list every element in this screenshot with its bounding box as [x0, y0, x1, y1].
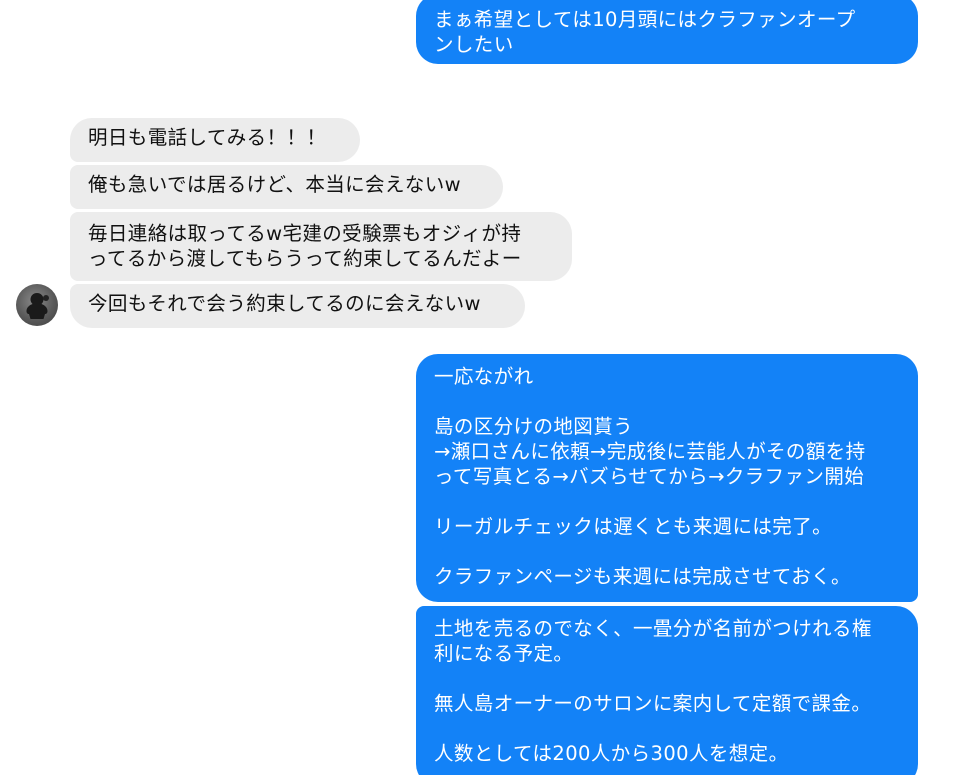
outgoing-message[interactable]: まぁ希望としては10月頭にはクラファンオープ ンしたい [416, 0, 918, 64]
contact-avatar-icon[interactable] [16, 284, 58, 326]
incoming-message[interactable]: 今回もそれで会う約束してるのに会えないw [70, 284, 525, 328]
chat-view: まぁ希望としては10月頭にはクラファンオープ ンしたい 明日も電話してみる！！！… [0, 0, 960, 775]
incoming-message[interactable]: 明日も電話してみる！！！ [70, 118, 360, 162]
incoming-message[interactable]: 毎日連絡は取ってるw宅建の受験票もオジィが持 ってるから渡してもらうって約束して… [70, 212, 572, 281]
outgoing-message[interactable]: 一応ながれ 島の区分けの地図貰う →瀬口さんに依頼→完成後に芸能人がその額を持 … [416, 354, 918, 602]
incoming-message[interactable]: 俺も急いでは居るけど、本当に会えないw [70, 165, 503, 209]
outgoing-message[interactable]: 土地を売るのでなく、一畳分が名前がつけれる権 利になる予定。 無人島オーナーのサ… [416, 606, 918, 775]
